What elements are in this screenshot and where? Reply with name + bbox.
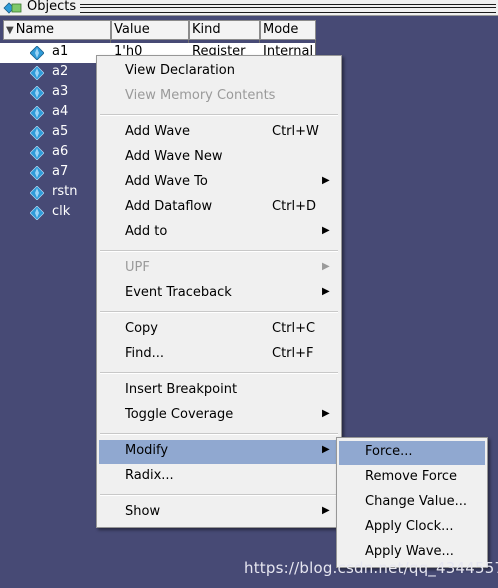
menu-separator <box>100 372 338 374</box>
shortcut-label: Ctrl+F <box>272 346 314 361</box>
menu-item-label: Event Traceback <box>125 285 232 300</box>
menu-item-label: UPF <box>125 260 150 275</box>
shortcut-label: Ctrl+D <box>272 199 317 214</box>
modify-submenu: Force... Remove Force Change Value... Ap… <box>336 437 488 568</box>
menu-item-label: Add to <box>125 224 168 239</box>
signal-name: a2 <box>52 64 69 79</box>
title-bar-grip[interactable] <box>80 4 496 13</box>
menu-item-label: View Declaration <box>125 63 235 78</box>
menu-item-label: Force... <box>365 444 413 459</box>
menu-item-label: Apply Wave... <box>365 544 454 559</box>
signal-name: a7 <box>52 164 69 179</box>
menu-item-label: Show <box>125 504 161 519</box>
submenu-item-remove-force[interactable]: Remove Force <box>339 466 485 490</box>
column-header-mode[interactable]: Mode <box>260 20 316 40</box>
column-header-value[interactable]: Value <box>111 20 189 40</box>
submenu-arrow-icon: ▶ <box>322 175 330 186</box>
menu-item-label: Add Dataflow <box>125 199 213 214</box>
signal-name: rstn <box>52 184 78 199</box>
menu-item-label: Add Wave <box>125 124 190 139</box>
objects-title-bar: Objects <box>0 0 498 16</box>
menu-item-modify[interactable]: Modify ▶ <box>99 440 339 464</box>
column-mode-label: Mode <box>263 22 299 37</box>
sort-arrow-icon: ▼ <box>6 25 14 36</box>
menu-item-insert-breakpoint[interactable]: Insert Breakpoint <box>99 379 339 403</box>
menu-item-label: Find... <box>125 346 165 361</box>
submenu-item-apply-clock[interactable]: Apply Clock... <box>339 516 485 540</box>
column-kind-label: Kind <box>192 22 221 37</box>
submenu-item-force[interactable]: Force... <box>339 441 485 465</box>
menu-item-view-declaration[interactable]: View Declaration <box>99 60 339 84</box>
submenu-arrow-icon: ▶ <box>322 225 330 236</box>
watermark-text: https://blog.csdn.net/qq_43445577 <box>244 559 498 577</box>
menu-item-label: Modify <box>125 443 169 458</box>
signal-name: clk <box>52 204 71 219</box>
signal-name: a3 <box>52 84 69 99</box>
menu-item-copy[interactable]: Copy Ctrl+C <box>99 318 339 342</box>
register-icon <box>30 46 44 60</box>
register-icon <box>30 106 44 120</box>
menu-separator <box>100 311 338 313</box>
menu-item-label: View Memory Contents <box>125 88 276 103</box>
submenu-arrow-icon: ▶ <box>322 444 330 455</box>
menu-item-label: Insert Breakpoint <box>125 382 238 397</box>
menu-item-label: Copy <box>125 321 158 336</box>
signal-name: a4 <box>52 104 69 119</box>
submenu-arrow-icon: ▶ <box>322 505 330 516</box>
menu-item-label: Radix... <box>125 468 174 483</box>
register-icon <box>30 146 44 160</box>
column-name-label: Name <box>15 22 55 37</box>
menu-item-radix[interactable]: Radix... <box>99 465 339 489</box>
register-icon <box>30 206 44 220</box>
menu-separator <box>100 114 338 116</box>
context-menu: View Declaration View Memory Contents Ad… <box>96 55 342 528</box>
menu-item-show[interactable]: Show ▶ <box>99 501 339 525</box>
menu-separator <box>100 250 338 252</box>
menu-item-toggle-coverage[interactable]: Toggle Coverage ▶ <box>99 404 339 428</box>
register-icon <box>30 66 44 80</box>
window-title: Objects <box>27 0 81 14</box>
menu-item-label: Add Wave New <box>125 149 223 164</box>
signal-name: a1 <box>52 44 69 59</box>
menu-item-find[interactable]: Find... Ctrl+F <box>99 343 339 367</box>
menu-separator <box>100 433 338 435</box>
register-icon <box>30 166 44 180</box>
submenu-item-change-value[interactable]: Change Value... <box>339 491 485 515</box>
shortcut-label: Ctrl+C <box>272 321 316 336</box>
menu-item-event-traceback[interactable]: Event Traceback ▶ <box>99 282 339 306</box>
register-icon <box>30 126 44 140</box>
menu-item-label: Add Wave To <box>125 174 208 189</box>
menu-item-label: Change Value... <box>365 494 468 509</box>
menu-item-view-memory-contents: View Memory Contents <box>99 85 339 109</box>
signal-name: a6 <box>52 144 69 159</box>
shortcut-label: Ctrl+W <box>272 124 319 139</box>
menu-item-upf: UPF ▶ <box>99 257 339 281</box>
signal-name: a5 <box>52 124 69 139</box>
objects-window-icon <box>3 2 22 14</box>
column-header-kind[interactable]: Kind <box>189 20 260 40</box>
menu-item-add-wave-new[interactable]: Add Wave New <box>99 146 339 170</box>
menu-item-label: Toggle Coverage <box>125 407 234 422</box>
menu-separator <box>100 494 338 496</box>
submenu-arrow-icon: ▶ <box>322 286 330 297</box>
menu-item-add-dataflow[interactable]: Add Dataflow Ctrl+D <box>99 196 339 220</box>
column-value-label: Value <box>114 22 150 37</box>
menu-item-label: Remove Force <box>365 469 458 484</box>
submenu-arrow-icon: ▶ <box>322 408 330 419</box>
register-icon <box>30 186 44 200</box>
menu-item-add-wave-to[interactable]: Add Wave To ▶ <box>99 171 339 195</box>
submenu-arrow-icon: ▶ <box>322 261 330 272</box>
menu-item-add-to[interactable]: Add to ▶ <box>99 221 339 245</box>
column-header-name[interactable]: ▼ Name <box>3 20 111 40</box>
menu-item-label: Apply Clock... <box>365 519 454 534</box>
menu-item-add-wave[interactable]: Add Wave Ctrl+W <box>99 121 339 145</box>
register-icon <box>30 86 44 100</box>
